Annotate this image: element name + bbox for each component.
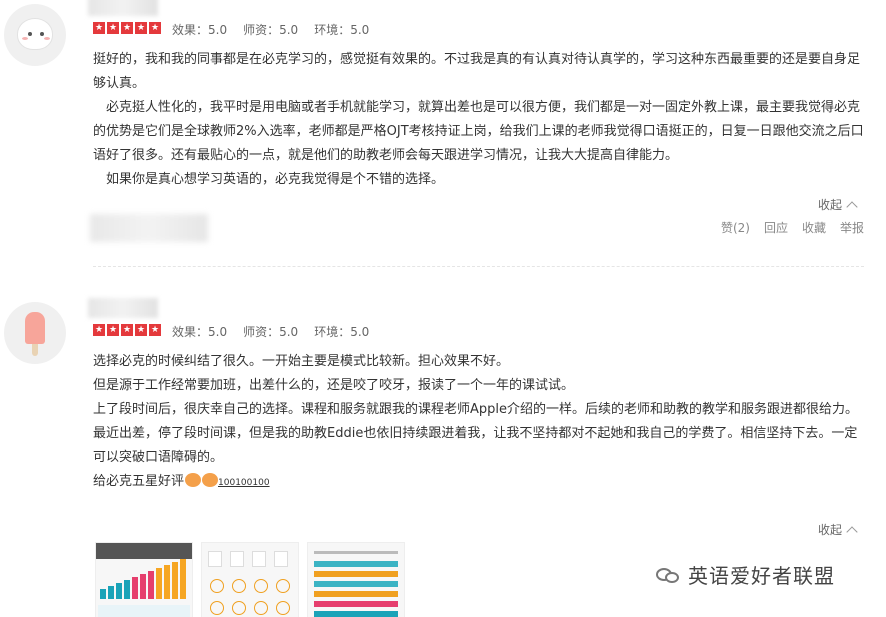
star-rating: ★ ★ ★ ★ ★: [93, 22, 161, 34]
avatar[interactable]: [4, 302, 66, 364]
report-button[interactable]: 举报: [840, 219, 864, 236]
collapse-label: 收起: [817, 198, 842, 212]
watermark-text: 英语爱好者联盟: [688, 564, 835, 588]
score-environment: 环境：5.0: [314, 325, 370, 339]
score-teachers: 师资：5.0: [243, 23, 299, 37]
collapse-button[interactable]: 收起: [817, 521, 858, 538]
collapse-button[interactable]: 收起: [817, 196, 858, 213]
star-rating: ★ ★ ★ ★ ★: [93, 324, 161, 336]
review-paragraph: 选择必克的时候纠结了很久。一开始主要是模式比较新。担心效果不好。: [93, 354, 510, 369]
watermark: 英语爱好者联盟: [656, 560, 835, 589]
review-text: 选择必克的时候纠结了很久。一开始主要是模式比较新。担心效果不好。 但是源于工作经…: [93, 350, 864, 495]
divider: [93, 266, 864, 267]
laughing-emoji-icon: [202, 473, 219, 487]
score-environment: 环境：5.0: [314, 23, 370, 37]
star-icon: ★: [149, 324, 161, 336]
review-actions: 赞(2) 回应 收藏 举报: [721, 219, 864, 236]
chevron-up-icon: [846, 525, 858, 538]
review-text: 挺好的，我和我的同事都是在必克学习的，感觉挺有效果的。不过我是真的有认真对待认真…: [93, 48, 864, 192]
review-paragraph: 上了段时间后，很庆幸自己的选择。课程和服务就跟我的课程老师Apple介绍的一样。…: [93, 402, 859, 417]
score-summary: 效果：5.0 师资：5.0 环境：5.0: [172, 323, 369, 340]
score-effect: 效果：5.0: [172, 325, 228, 339]
review-paragraph: 挺好的，我和我的同事都是在必克学习的，感觉挺有效果的。不过我是真的有认真对待认真…: [93, 52, 861, 91]
chevron-up-icon: [846, 200, 858, 213]
star-icon: ★: [135, 22, 147, 34]
thumbnail-image[interactable]: [307, 542, 405, 617]
like-button[interactable]: 赞(2): [721, 219, 750, 236]
avatar[interactable]: [4, 4, 66, 66]
score-effect: 效果：5.0: [172, 23, 228, 37]
popsicle-avatar-icon: [25, 312, 45, 344]
collapse-label: 收起: [817, 523, 842, 537]
star-icon: ★: [135, 324, 147, 336]
star-icon: ★: [93, 22, 105, 34]
score-teachers: 师资：5.0: [243, 325, 299, 339]
review-paragraph: 必克挺人性化的，我平时是用电脑或者手机就能学习，就算出差也是可以很方便，我们都是…: [93, 100, 864, 163]
image-thumbnails: [95, 542, 405, 617]
reply-button[interactable]: 回应: [764, 219, 788, 236]
laughing-emoji-icon: [185, 473, 202, 487]
username-blurred[interactable]: [88, 0, 158, 16]
star-icon: ★: [121, 324, 133, 336]
date-blurred: [90, 214, 208, 242]
username-blurred[interactable]: [88, 298, 158, 318]
star-icon: ★: [93, 324, 105, 336]
review-paragraph: 最近出差，停了段时间课，但是我的助教Eddie也依旧持续跟进着我，让我不坚持都对…: [93, 426, 858, 465]
thumbnail-player-bar: [96, 543, 192, 559]
star-icon: ★: [107, 22, 119, 34]
score-summary: 效果：5.0 师资：5.0 环境：5.0: [172, 21, 369, 38]
hundred-emoji-text: 100100100: [218, 478, 270, 488]
thumbnail-caption-block: [98, 605, 190, 617]
star-icon: ★: [121, 22, 133, 34]
rating-text: 给必克五星好评: [93, 474, 185, 489]
thumbnail-image[interactable]: [201, 542, 299, 617]
star-icon: ★: [149, 22, 161, 34]
review-last-line: 给必克五星好评 100100100: [93, 470, 864, 495]
bun-avatar-icon: [17, 18, 53, 50]
favorite-button[interactable]: 收藏: [802, 219, 826, 236]
star-icon: ★: [107, 324, 119, 336]
review-card: ★ ★ ★ ★ ★ 效果：5.0 师资：5.0 环境：5.0 挺好的，我和我的同…: [0, 0, 886, 267]
thumbnail-image[interactable]: [95, 542, 193, 617]
review-paragraph: 如果你是真心想学习英语的，必克我觉得是个不错的选择。: [93, 172, 445, 187]
review-paragraph: 但是源于工作经常要加班，出差什么的，还是咬了咬牙，报读了一个一年的课试试。: [93, 378, 575, 393]
wechat-icon: [656, 564, 682, 586]
popsicle-stick: [32, 344, 38, 356]
